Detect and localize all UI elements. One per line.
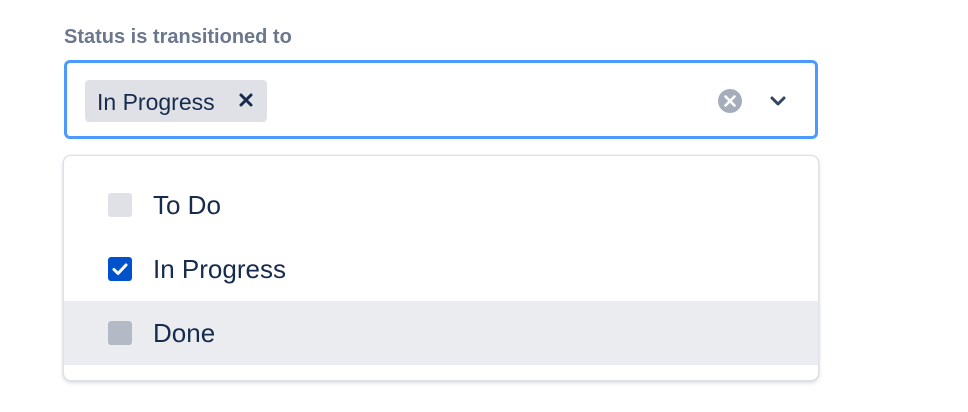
- option-to-do[interactable]: To Do: [64, 173, 818, 237]
- option-in-progress[interactable]: In Progress: [64, 237, 818, 301]
- status-multi-select[interactable]: In Progress: [64, 60, 818, 139]
- checkbox-checked[interactable]: [108, 257, 132, 281]
- option-label: To Do: [153, 190, 221, 220]
- clear-circle-icon[interactable]: [717, 88, 743, 114]
- chevron-down-icon[interactable]: [767, 92, 789, 110]
- close-icon[interactable]: [237, 91, 255, 109]
- option-label: Done: [153, 318, 216, 348]
- option-label: In Progress: [153, 254, 286, 284]
- options-menu: To Do In Progress Done: [63, 155, 819, 381]
- checkbox-unchecked[interactable]: [108, 193, 132, 217]
- option-done[interactable]: Done: [64, 301, 818, 365]
- checkmark-icon: [112, 263, 128, 275]
- chip-label: In Progress: [97, 89, 215, 115]
- selected-chip-in-progress: In Progress: [85, 80, 267, 122]
- field-label: Status is transitioned to: [64, 26, 292, 48]
- checkbox-unchecked[interactable]: [108, 321, 132, 345]
